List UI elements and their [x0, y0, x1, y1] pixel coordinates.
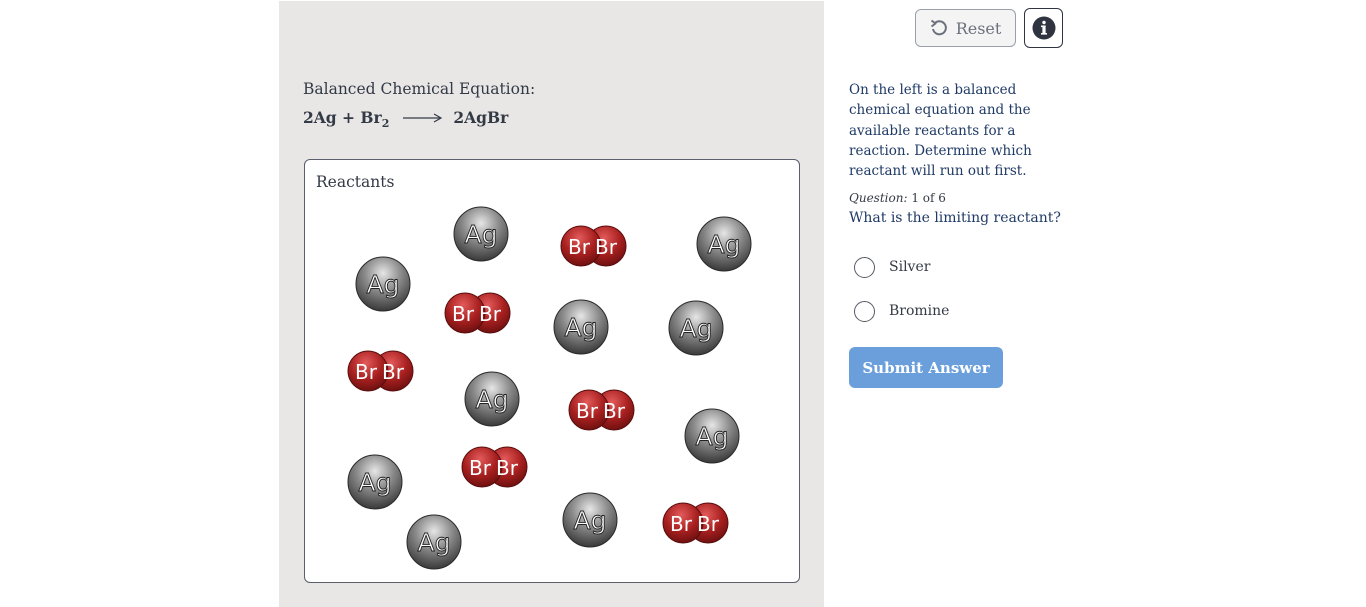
submit-answer-button[interactable]: Submit Answer — [849, 347, 1003, 388]
silver-label: Ag — [359, 468, 392, 497]
silver-atom: Ag — [668, 300, 724, 356]
bromine-label: Br — [469, 456, 492, 480]
silver-atom: Ag — [562, 492, 618, 548]
option-label: Silver — [889, 259, 931, 275]
silver-atom: Ag — [553, 299, 609, 355]
bromine-molecule: Br Br — [567, 388, 637, 432]
reset-button[interactable]: Reset — [915, 9, 1016, 47]
bromine-label: Br — [576, 399, 599, 423]
bromine-label: Br — [382, 360, 405, 384]
silver-atom: Ag — [696, 216, 752, 272]
silver-atom: Ag — [464, 371, 520, 427]
silver-label: Ag — [418, 528, 451, 557]
silver-label: Ag — [696, 422, 729, 451]
question-counter-value: 1 of 6 — [911, 191, 946, 205]
bromine-label: Br — [355, 360, 378, 384]
reset-label: Reset — [955, 18, 1002, 38]
equation-product: 2AgBr — [453, 108, 509, 127]
radio-button[interactable] — [854, 256, 875, 278]
bromine-label: Br — [670, 512, 693, 536]
instructions-text: On the left is a balanced chemical equat… — [849, 82, 1032, 180]
info-button[interactable] — [1024, 8, 1063, 48]
equation-label: Balanced Chemical Equation: — [303, 80, 536, 98]
question-text: What is the limiting reactant? — [849, 210, 1061, 226]
silver-label: Ag — [680, 314, 713, 343]
reaction-arrow-icon — [403, 113, 443, 123]
silver-label: Ag — [708, 230, 741, 259]
option-bromine[interactable]: Bromine — [854, 300, 949, 322]
silver-atom: Ag — [406, 514, 462, 570]
bromine-label: Br — [479, 302, 502, 326]
bromine-molecule: Br Br — [460, 445, 530, 489]
silver-label: Ag — [465, 220, 498, 249]
bromine-molecule: Br Br — [661, 501, 731, 545]
silver-label: Ag — [574, 506, 607, 535]
undo-icon — [930, 19, 947, 36]
option-label: Bromine — [889, 303, 950, 319]
silver-atom: Ag — [355, 256, 411, 312]
info-icon — [1032, 16, 1055, 40]
bromine-molecule: Br Br — [443, 291, 513, 335]
equation-subscript: 2 — [381, 117, 390, 130]
bromine-label: Br — [603, 399, 626, 423]
silver-label: Ag — [565, 313, 598, 342]
silver-atom: Ag — [684, 408, 740, 464]
silver-label: Ag — [476, 385, 509, 414]
option-silver[interactable]: Silver — [854, 256, 930, 278]
question-counter: Question: 1 of 6 — [849, 191, 946, 205]
radio-button[interactable] — [854, 300, 875, 322]
bromine-label: Br — [595, 235, 618, 259]
bromine-label: Br — [452, 302, 475, 326]
bromine-label: Br — [568, 235, 591, 259]
question-counter-prefix: Question: — [849, 191, 908, 205]
bromine-molecule: Br Br — [559, 224, 629, 268]
reactants-title: Reactants — [316, 173, 395, 191]
bromine-label: Br — [496, 456, 519, 480]
balanced-equation: 2Ag + Br 2 2AgBr — [303, 108, 509, 130]
silver-atom: Ag — [453, 206, 509, 262]
bromine-molecule: Br Br — [346, 349, 416, 393]
silver-atom: Ag — [347, 454, 403, 510]
silver-label: Ag — [367, 270, 400, 299]
bromine-label: Br — [697, 512, 720, 536]
equation-reactants: 2Ag + Br — [303, 108, 382, 127]
